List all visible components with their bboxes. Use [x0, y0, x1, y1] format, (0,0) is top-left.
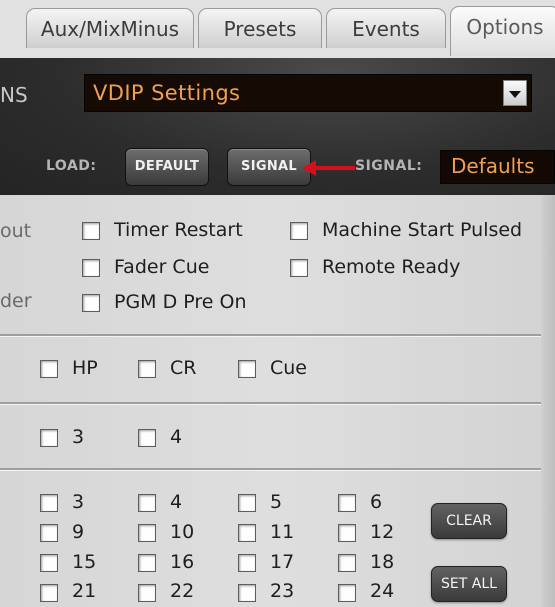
default-button[interactable]: DEFAULT [125, 148, 209, 186]
grid-checkbox[interactable] [40, 494, 58, 512]
checkbox-pgm-d-pre-on[interactable] [82, 294, 100, 312]
grid-label: 12 [370, 521, 395, 543]
grid-checkbox[interactable] [338, 524, 356, 542]
grid-checkbox[interactable] [40, 524, 58, 542]
signal-value-field: Defaults [440, 150, 555, 184]
grid-checkbox[interactable] [338, 494, 356, 512]
grid-checkbox[interactable] [338, 584, 356, 602]
grid-checkbox[interactable] [40, 554, 58, 572]
grid-label: 18 [370, 551, 395, 573]
option-label-machine-start-pulsed: Machine Start Pulsed [322, 219, 523, 241]
truncated-option-label: out [0, 220, 32, 242]
section-divider [0, 468, 541, 471]
grid-checkbox[interactable] [238, 524, 256, 542]
signal-button[interactable]: SIGNAL [227, 148, 311, 186]
load-label: LOAD: [46, 158, 97, 174]
checkbox-cue[interactable] [238, 360, 256, 378]
checkbox-remote-ready[interactable] [290, 259, 308, 277]
tab-strip: Aux/MixMinus Presets Events Options [0, 0, 555, 58]
grid-label: 5 [270, 491, 283, 513]
section-divider [0, 334, 541, 337]
grid-label: 10 [170, 521, 195, 543]
grid-checkbox[interactable] [238, 584, 256, 602]
grid-label: 15 [72, 551, 97, 573]
checkbox-channel-3[interactable] [40, 429, 58, 447]
grid-checkbox[interactable] [238, 494, 256, 512]
grid-label: 3 [72, 491, 85, 513]
monitor-label-cr: CR [170, 357, 197, 379]
grid-label: 24 [370, 580, 395, 602]
checkbox-timer-restart[interactable] [82, 222, 100, 240]
checkbox-machine-start-pulsed[interactable] [290, 222, 308, 240]
grid-checkbox[interactable] [40, 584, 58, 602]
tab-aux-mixminus[interactable]: Aux/MixMinus [26, 8, 194, 48]
grid-checkbox[interactable] [338, 554, 356, 572]
monitor-label-cue: Cue [270, 357, 307, 379]
grid-label: 17 [270, 551, 295, 573]
channel-label: 4 [170, 426, 183, 448]
tab-options[interactable]: Options [450, 6, 555, 56]
signal-label: SIGNAL: [355, 158, 423, 174]
monitor-label-hp: HP [72, 357, 98, 379]
grid-label: 16 [170, 551, 195, 573]
settings-dropdown-value: VDIP Settings [93, 81, 241, 105]
grid-label: 6 [370, 491, 383, 513]
chevron-down-icon[interactable] [503, 80, 527, 106]
tab-presets[interactable]: Presets [198, 8, 322, 48]
section-divider [0, 402, 541, 405]
settings-dropdown[interactable]: VDIP Settings [84, 74, 532, 112]
preset-select-label: NS [0, 83, 28, 107]
grid-label: 21 [72, 580, 97, 602]
grid-label: 23 [270, 580, 295, 602]
option-label-timer-restart: Timer Restart [114, 219, 243, 241]
truncated-option-label: der [0, 290, 32, 312]
set-all-button[interactable]: SET ALL [431, 566, 507, 602]
option-label-fader-cue: Fader Cue [114, 256, 210, 278]
panel-right-border [541, 195, 555, 607]
checkbox-channel-4[interactable] [138, 429, 156, 447]
checkbox-hp[interactable] [40, 360, 58, 378]
red-arrow-icon [313, 166, 355, 170]
red-arrow-head-icon [302, 160, 316, 176]
checkbox-cr[interactable] [138, 360, 156, 378]
grid-label: 22 [170, 580, 195, 602]
tab-events[interactable]: Events [326, 8, 446, 48]
channel-label: 3 [72, 426, 85, 448]
grid-checkbox[interactable] [138, 524, 156, 542]
option-label-pgm-d-pre-on: PGM D Pre On [114, 291, 247, 313]
grid-checkbox[interactable] [138, 554, 156, 572]
grid-label: 11 [270, 521, 295, 543]
option-label-remote-ready: Remote Ready [322, 256, 461, 278]
grid-label: 9 [72, 521, 85, 543]
options-content-panel [0, 195, 555, 607]
grid-checkbox[interactable] [138, 584, 156, 602]
checkbox-fader-cue[interactable] [82, 259, 100, 277]
clear-button[interactable]: CLEAR [431, 503, 507, 539]
grid-label: 4 [170, 491, 183, 513]
grid-checkbox[interactable] [238, 554, 256, 572]
grid-checkbox[interactable] [138, 494, 156, 512]
